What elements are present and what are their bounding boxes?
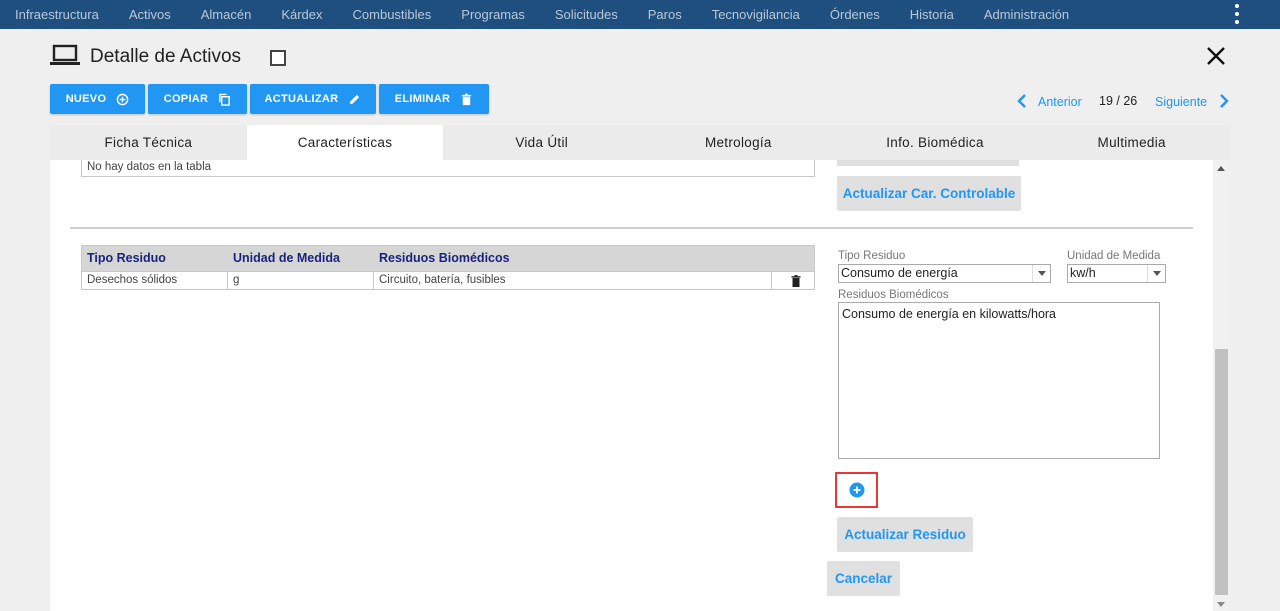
partial-button[interactable]	[837, 160, 1019, 166]
tab-metrologia[interactable]: Metrología	[640, 125, 837, 160]
residuos-biomedicos-label: Residuos Biomédicos	[838, 289, 949, 301]
update-residue-button[interactable]: Actualizar Residuo	[837, 517, 973, 552]
scroll-up-arrow-icon[interactable]	[1217, 166, 1225, 171]
cell-tipo-residuo: Desechos sólidos	[82, 272, 228, 289]
trash-icon	[462, 93, 472, 105]
eliminar-button[interactable]: ELIMINAR	[379, 84, 489, 114]
nav-item-almacen[interactable]: Almacén	[186, 0, 267, 29]
pager-prev-link[interactable]: Anterior	[1038, 95, 1082, 109]
pencil-icon	[350, 94, 360, 104]
tipo-residuo-value: Consumo de energía	[841, 266, 958, 280]
chevron-down-icon[interactable]	[1032, 265, 1050, 282]
add-residue-button[interactable]	[835, 472, 878, 508]
title-checkbox[interactable]	[270, 50, 286, 66]
delete-row-trash-icon[interactable]	[791, 274, 801, 287]
nav-item-solicitudes[interactable]: Solicitudes	[540, 0, 633, 29]
top-nav: Infraestructura Activos Almacén Kárdex C…	[0, 0, 1280, 29]
section-divider	[70, 227, 1193, 229]
nuevo-button[interactable]: NUEVO	[50, 84, 145, 114]
nuevo-label: NUEVO	[65, 93, 107, 105]
chevron-down-icon[interactable]	[1147, 265, 1165, 282]
cell-actions	[772, 272, 814, 289]
copy-icon	[219, 93, 231, 106]
vertical-scrollbar[interactable]	[1213, 160, 1230, 611]
copiar-label: COPIAR	[163, 93, 209, 105]
tab-bar: Ficha Técnica Características Vida Útil …	[50, 125, 1230, 160]
tipo-residuo-label: Tipo Residuo	[838, 250, 906, 262]
tab-ficha-tecnica[interactable]: Ficha Técnica	[50, 125, 247, 160]
nav-item-tecnovigilancia[interactable]: Tecnovigilancia	[697, 0, 815, 29]
cell-residuos-biomedicos: Circuito, batería, fusibles	[374, 272, 772, 289]
residue-table-header: Tipo Residuo Unidad de Medida Residuos B…	[82, 246, 814, 271]
table-row[interactable]: Desechos sólidos g Circuito, batería, fu…	[82, 271, 814, 289]
unidad-medida-value: kw/h	[1070, 266, 1096, 280]
add-circle-icon	[116, 93, 129, 105]
tipo-residuo-select[interactable]: Consumo de energía	[838, 264, 1051, 283]
tab-vida-util[interactable]: Vida Útil	[443, 125, 640, 160]
cell-unidad-medida: g	[228, 272, 374, 289]
unidad-medida-select[interactable]: kw/h	[1067, 264, 1166, 283]
chevron-left-icon[interactable]	[1016, 93, 1028, 109]
col-header-unidad-medida[interactable]: Unidad de Medida	[228, 246, 374, 271]
nav-item-programas[interactable]: Programas	[446, 0, 540, 29]
add-circle-icon	[849, 482, 864, 498]
pager-count: 19 / 26	[1099, 94, 1138, 108]
col-header-tipo-residuo[interactable]: Tipo Residuo	[82, 246, 228, 271]
scroll-thumb[interactable]	[1215, 349, 1228, 595]
nav-item-historia[interactable]: Historia	[895, 0, 969, 29]
nav-item-infraestructura[interactable]: Infraestructura	[0, 0, 114, 29]
residuos-biomedicos-textarea[interactable]: Consumo de energía en kilowatts/hora	[838, 302, 1160, 459]
col-header-actions	[772, 246, 814, 271]
close-icon[interactable]	[1203, 43, 1229, 69]
pager-next-link[interactable]: Siguiente	[1155, 95, 1207, 109]
nav-item-kardex[interactable]: Kárdex	[266, 0, 337, 29]
col-header-residuos-biomedicos[interactable]: Residuos Biomédicos	[374, 246, 772, 271]
nav-item-ordenes[interactable]: Órdenes	[815, 0, 895, 29]
kebab-menu-icon[interactable]	[1234, 4, 1240, 24]
scroll-down-arrow-icon[interactable]	[1217, 602, 1225, 607]
copiar-button[interactable]: COPIAR	[148, 84, 247, 114]
nav-item-activos[interactable]: Activos	[114, 0, 186, 29]
tab-multimedia[interactable]: Multimedia	[1033, 125, 1230, 160]
actualizar-label: ACTUALIZAR	[264, 93, 339, 105]
chevron-right-icon[interactable]	[1218, 93, 1230, 109]
residue-table: Tipo Residuo Unidad de Medida Residuos B…	[81, 245, 815, 290]
controllable-table-empty: No hay datos en la tabla	[81, 160, 815, 177]
laptop-icon	[50, 44, 80, 65]
cancel-button[interactable]: Cancelar	[827, 561, 900, 596]
nav-item-paros[interactable]: Paros	[633, 0, 697, 29]
update-controllable-button[interactable]: Actualizar Car. Controlable	[837, 176, 1021, 211]
tab-info-biomedica[interactable]: Info. Biomédica	[837, 125, 1034, 160]
actualizar-button[interactable]: ACTUALIZAR	[250, 84, 376, 114]
page-title: Detalle de Activos	[90, 46, 242, 67]
nav-item-administracion[interactable]: Administración	[969, 0, 1084, 29]
eliminar-label: ELIMINAR	[394, 93, 451, 105]
nav-item-combustibles[interactable]: Combustibles	[338, 0, 447, 29]
tab-caracteristicas[interactable]: Características	[246, 125, 444, 160]
unidad-medida-label: Unidad de Medida	[1067, 250, 1161, 262]
